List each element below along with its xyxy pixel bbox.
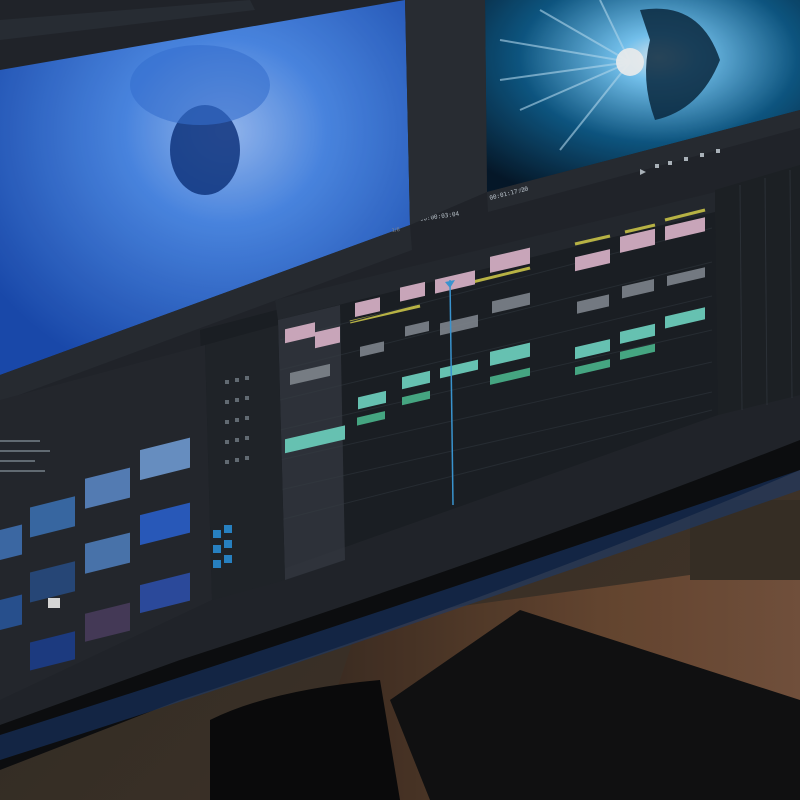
photo-svg: 00:00:03:04 1/8 00:01:17:20 Fit — [0, 0, 800, 800]
vignette — [0, 0, 800, 800]
photo-scene: 00:00:03:04 1/8 00:01:17:20 Fit — [0, 0, 800, 800]
